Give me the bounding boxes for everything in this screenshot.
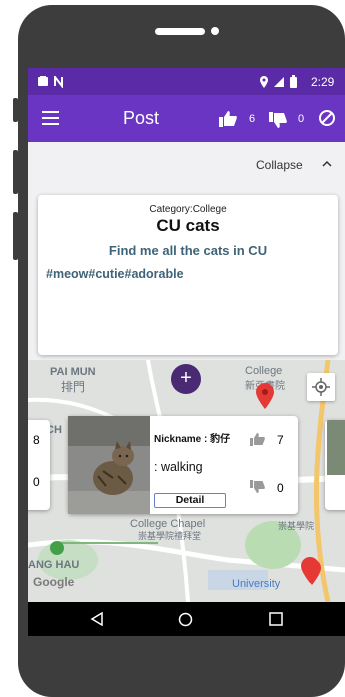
- post-subtitle: Find me all the cats in CU: [108, 243, 268, 258]
- cat-card-partial[interactable]: [325, 420, 345, 510]
- menu-icon[interactable]: [42, 111, 59, 125]
- post-tags: #meow#cutie#adorable: [46, 267, 184, 281]
- camera: [211, 27, 219, 35]
- thumbs-down-icon[interactable]: [250, 480, 265, 494]
- page-title: Post: [123, 108, 160, 128]
- cat-card-partial[interactable]: 8 0: [28, 420, 50, 510]
- side-button: [13, 212, 18, 260]
- back-icon[interactable]: [90, 612, 104, 626]
- map-label: 崇基學院: [278, 521, 315, 531]
- map-label: PAI MUN: [50, 366, 96, 378]
- status-bar: 2:29: [28, 68, 345, 95]
- map-label: College: [245, 365, 283, 377]
- cat-like-count: 7: [277, 433, 284, 447]
- post-card: Category:College CU cats Find me all the…: [38, 195, 338, 355]
- side-button: [13, 150, 18, 194]
- map-marker-icon[interactable]: [300, 556, 320, 584]
- post-category: Category:College: [149, 204, 227, 215]
- cat-card[interactable]: Nickname : 豹仔 : walking 7 0 Detail: [68, 416, 298, 514]
- like-count: 8: [33, 433, 40, 447]
- map-label: University: [232, 578, 281, 590]
- collapse-row[interactable]: Collapse: [28, 142, 345, 182]
- recents-icon[interactable]: [269, 612, 283, 626]
- map-label: 崇基學院禮拜堂: [138, 531, 202, 541]
- cat-photo: [327, 420, 345, 475]
- screen: 2:29 Post 6 0 Collapse Category:College …: [28, 68, 345, 636]
- thumbs-up-icon[interactable]: [219, 110, 237, 127]
- collapse-label[interactable]: Collapse: [256, 158, 303, 172]
- side-button: [13, 98, 18, 122]
- detail-button[interactable]: Detail: [154, 493, 226, 508]
- home-icon[interactable]: [178, 612, 193, 627]
- thumbs-up-icon[interactable]: [250, 432, 265, 446]
- dislike-count: 0: [33, 475, 40, 489]
- speaker: [155, 28, 205, 35]
- my-location-icon: [312, 378, 330, 396]
- cat-photo: [68, 416, 150, 514]
- map-label: ANG HAU: [28, 559, 80, 571]
- app-bar: Post 6 0: [28, 95, 345, 142]
- my-location-button[interactable]: [307, 373, 335, 401]
- clock: 2:29: [311, 75, 335, 89]
- map-marker-icon[interactable]: [255, 382, 275, 410]
- user-location-dot: [50, 541, 64, 555]
- cat-dislike-count: 0: [277, 481, 284, 495]
- signal-battery-icons: [260, 75, 297, 88]
- android-nav-bar: [28, 602, 345, 636]
- post-title: CU cats: [156, 216, 220, 235]
- map-label: 排門: [61, 380, 86, 394]
- add-button[interactable]: +: [171, 364, 201, 394]
- cat-nickname: Nickname : 豹仔: [154, 434, 231, 445]
- notification-icons: [38, 76, 63, 88]
- chevron-up-icon[interactable]: [322, 160, 332, 168]
- dislike-count: 0: [298, 113, 305, 125]
- map-view[interactable]: PAI MUN 排門 College 新亞書院 CH College Chape…: [28, 360, 345, 602]
- thumbs-down-icon[interactable]: [269, 112, 287, 129]
- google-logo: Google: [33, 575, 75, 589]
- block-icon[interactable]: [318, 109, 336, 127]
- cat-status: : walking: [154, 460, 203, 474]
- like-count: 6: [249, 113, 256, 125]
